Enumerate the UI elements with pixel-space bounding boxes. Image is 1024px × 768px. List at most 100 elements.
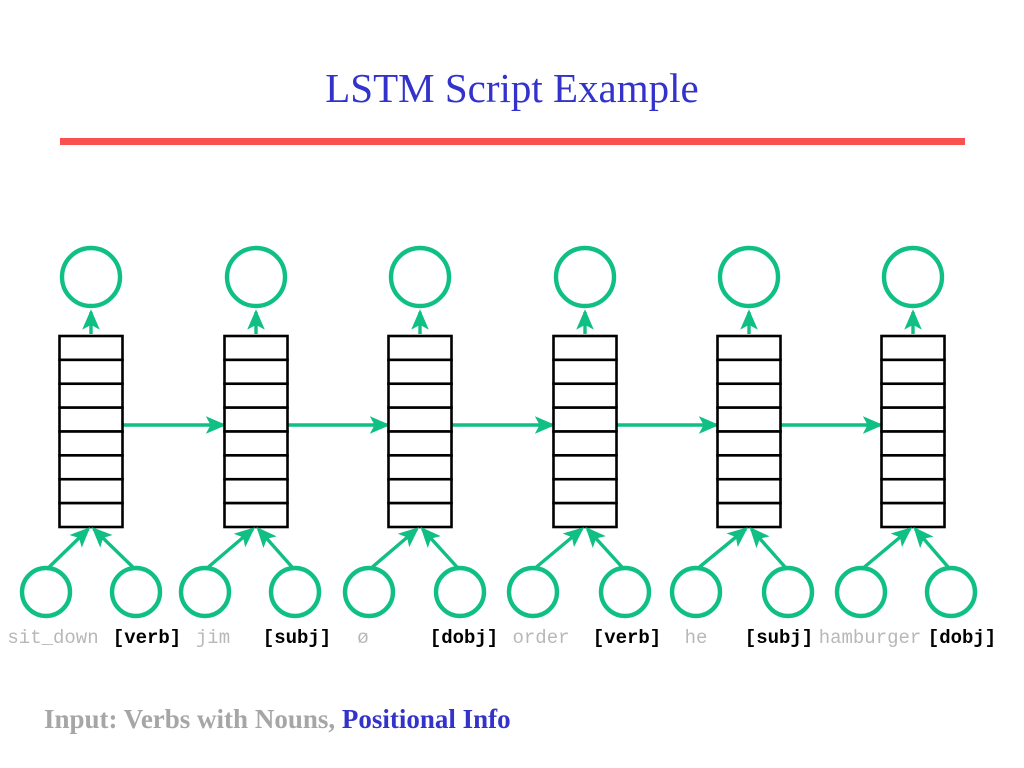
lstm-cell-row bbox=[58, 382, 124, 409]
lstm-cell-row bbox=[223, 382, 289, 409]
input-node bbox=[834, 565, 888, 619]
lstm-cell-row bbox=[716, 406, 782, 433]
output-node bbox=[553, 245, 617, 309]
lstm-cell bbox=[58, 334, 124, 529]
lstm-cell-row bbox=[387, 454, 453, 481]
lstm-cell bbox=[387, 334, 453, 529]
output-node bbox=[388, 245, 452, 309]
lstm-cell-row bbox=[223, 334, 289, 362]
lstm-cell-row bbox=[716, 477, 782, 505]
lstm-cell-row bbox=[716, 358, 782, 386]
lstm-cell-row bbox=[387, 406, 453, 433]
slide-caption: Input: Verbs with Nouns, Positional Info bbox=[44, 703, 511, 735]
lstm-cell-row bbox=[223, 406, 289, 433]
lstm-cell bbox=[552, 334, 618, 529]
input-node bbox=[598, 565, 652, 619]
lstm-cell-row bbox=[552, 454, 618, 481]
lstm-cell-row bbox=[223, 358, 289, 386]
lstm-cell-row bbox=[880, 334, 946, 362]
input-arrow bbox=[207, 527, 256, 569]
lstm-cell-row bbox=[58, 501, 124, 529]
input-node bbox=[669, 565, 723, 619]
lstm-cell-row bbox=[716, 454, 782, 481]
lstm-cell-row bbox=[880, 477, 946, 505]
lstm-cell-row bbox=[552, 334, 618, 362]
caption-accent-text: Positional Info bbox=[341, 704, 511, 734]
input-arrow bbox=[585, 526, 624, 569]
token-label: he bbox=[684, 627, 708, 649]
input-arrow bbox=[256, 526, 294, 569]
lstm-cell bbox=[223, 334, 289, 529]
input-arrow bbox=[749, 526, 787, 569]
token-label: order bbox=[512, 627, 570, 649]
input-node bbox=[19, 565, 73, 619]
input-arrow bbox=[535, 527, 584, 569]
input-node bbox=[761, 565, 815, 619]
token-label: [subj] bbox=[262, 627, 332, 649]
lstm-cell-row bbox=[387, 334, 453, 362]
lstm-cell-row bbox=[552, 477, 618, 505]
token-label: [dobj] bbox=[429, 627, 499, 649]
lstm-cell-row bbox=[716, 501, 782, 529]
input-node bbox=[342, 565, 396, 619]
token-label: [verb] bbox=[592, 627, 662, 649]
input-arrow bbox=[48, 527, 91, 569]
diagram-layer bbox=[19, 245, 978, 619]
output-node bbox=[59, 245, 123, 309]
lstm-cell-row bbox=[223, 477, 289, 505]
caption-plain-text: Input: Verbs with Nouns, bbox=[44, 704, 342, 734]
lstm-cell-row bbox=[58, 430, 124, 457]
lstm-cell-row bbox=[552, 382, 618, 409]
lstm-cell-row bbox=[58, 477, 124, 505]
input-node bbox=[506, 565, 560, 619]
lstm-cell-row bbox=[58, 454, 124, 481]
output-node bbox=[881, 245, 945, 309]
lstm-cell-row bbox=[387, 430, 453, 457]
lstm-cell-row bbox=[880, 501, 946, 529]
lstm-cell-row bbox=[880, 454, 946, 481]
token-label: ø bbox=[357, 627, 369, 649]
token-label: [subj] bbox=[744, 627, 814, 649]
input-node bbox=[924, 565, 978, 619]
lstm-cell-row bbox=[880, 406, 946, 433]
lstm-cell bbox=[880, 334, 946, 529]
lstm-cell-row bbox=[716, 382, 782, 409]
lstm-cell-row bbox=[387, 477, 453, 505]
lstm-cell-row bbox=[58, 406, 124, 433]
input-arrow bbox=[863, 527, 912, 569]
lstm-cell-row bbox=[716, 334, 782, 362]
lstm-cell-row bbox=[223, 501, 289, 529]
lstm-cell-row bbox=[387, 382, 453, 409]
lstm-cell-row bbox=[223, 454, 289, 481]
token-label: jim bbox=[195, 627, 231, 649]
input-arrow bbox=[420, 526, 459, 569]
input-node bbox=[178, 565, 232, 619]
input-node bbox=[433, 565, 487, 619]
lstm-cell-row bbox=[880, 382, 946, 409]
output-node bbox=[717, 245, 781, 309]
lstm-cell-row bbox=[716, 430, 782, 457]
lstm-cell-row bbox=[223, 430, 289, 457]
lstm-cell bbox=[716, 334, 782, 529]
lstm-cell-row bbox=[58, 358, 124, 386]
input-arrow bbox=[698, 527, 748, 569]
lstm-cell-row bbox=[552, 430, 618, 457]
lstm-cell-row bbox=[552, 501, 618, 529]
token-label: [dobj] bbox=[927, 627, 997, 649]
input-arrow bbox=[91, 527, 134, 569]
lstm-cell-row bbox=[552, 358, 618, 386]
lstm-cell-row bbox=[387, 501, 453, 529]
token-label: sit_down bbox=[7, 627, 99, 649]
input-node bbox=[109, 565, 163, 619]
input-arrow bbox=[913, 526, 950, 569]
token-label-row: sit_down [verb] jim [subj] ø [dobj] order [verb… bbox=[0, 626, 1024, 654]
lstm-cell-row bbox=[387, 358, 453, 386]
input-node bbox=[268, 565, 322, 619]
input-arrow bbox=[371, 527, 420, 569]
lstm-cell-row bbox=[552, 406, 618, 433]
output-node bbox=[224, 245, 288, 309]
lstm-cell-row bbox=[58, 334, 124, 362]
lstm-cell-row bbox=[880, 430, 946, 457]
token-label: hamburger bbox=[818, 627, 922, 649]
lstm-cell-row bbox=[880, 358, 946, 386]
